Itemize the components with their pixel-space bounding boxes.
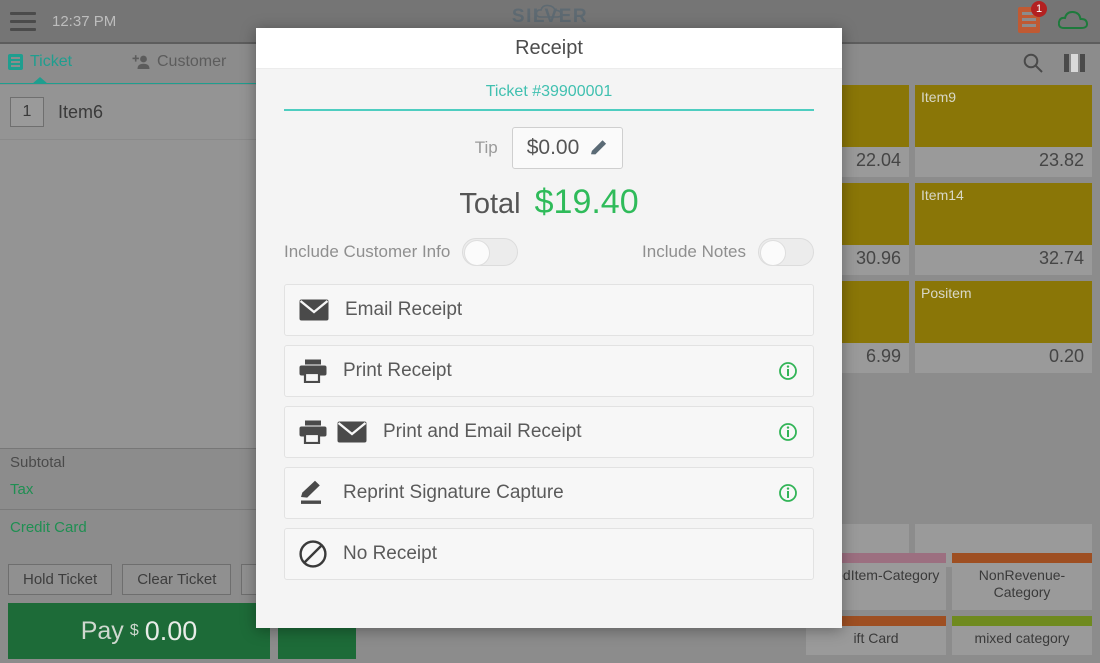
subtotal-label: Subtotal: [10, 454, 66, 471]
item-tile-price: 23.82: [1038, 150, 1084, 170]
no-receipt-button[interactable]: No Receipt: [284, 528, 814, 580]
info-icon[interactable]: [779, 362, 797, 380]
item-tile[interactable]: Item14 32.74: [915, 183, 1092, 275]
list-icon: [8, 54, 23, 70]
total-row: Total $19.40: [284, 183, 814, 222]
cloud-icon: [536, 4, 562, 18]
category-label: ift Card: [853, 629, 899, 646]
hold-ticket-button[interactable]: Hold Ticket: [8, 564, 113, 595]
dialog-body: Ticket #39900001 Tip $0.00 Total $19.40: [256, 69, 842, 628]
toggle-knob: [464, 240, 491, 266]
include-notes-group: Include Notes: [642, 238, 814, 266]
left-tab-bar: Ticket Customer: [0, 44, 260, 84]
payment-label: Credit Card: [10, 519, 87, 536]
layout-view-icon[interactable]: [1064, 54, 1086, 72]
email-receipt-button[interactable]: Email Receipt: [284, 284, 814, 336]
print-receipt-label: Print Receipt: [343, 360, 452, 381]
tip-row: Tip $0.00: [284, 127, 814, 169]
dialog-title: Receipt: [256, 28, 842, 69]
divider: [0, 509, 260, 510]
clear-ticket-button[interactable]: Clear Ticket: [122, 564, 232, 595]
info-icon[interactable]: [779, 423, 797, 441]
tab-ticket[interactable]: Ticket: [8, 53, 72, 71]
subtotal-row: Subtotal: [0, 449, 260, 476]
status-badge: 1: [1031, 1, 1047, 17]
item-tile-price: 0.20: [1048, 346, 1084, 366]
ticket-totals: Subtotal Tax Credit Card: [0, 448, 260, 543]
screen: 12:37 PM SILVER 1 Ticket Customer 1 Item…: [0, 0, 1100, 663]
category-grid: ightedItem-Category NonRevenue-Category …: [806, 552, 1092, 655]
pencil-icon: [591, 139, 607, 154]
email-receipt-label: Email Receipt: [345, 299, 463, 320]
ticket-icon[interactable]: 1: [1018, 1, 1047, 33]
tab-active-indicator: [32, 77, 48, 84]
pay-label: Pay: [80, 616, 124, 645]
item-tile[interactable]: Item9 23.82: [915, 85, 1092, 177]
tip-label: Tip: [474, 138, 498, 157]
include-customer-info-group: Include Customer Info: [284, 238, 519, 266]
tab-ticket-label: Ticket: [30, 53, 73, 70]
item-tile-label: Positem: [915, 281, 1092, 343]
reprint-signature-capture-label: Reprint Signature Capture: [343, 482, 564, 503]
tip-field[interactable]: $0.00: [511, 127, 624, 169]
include-notes-toggle[interactable]: [758, 238, 814, 266]
payment-row: Credit Card: [0, 514, 260, 541]
envelope-icon: [337, 421, 367, 443]
quantity-stepper[interactable]: 1: [10, 97, 44, 127]
item-tile-price: 32.74: [1038, 248, 1084, 268]
include-customer-info-toggle[interactable]: [462, 238, 519, 266]
pencil-underline-icon: [299, 480, 327, 506]
pay-amount: 0.00: [144, 615, 198, 646]
category-tile[interactable]: mixed category: [952, 615, 1092, 655]
list-item[interactable]: 1 Item6: [0, 85, 260, 140]
printer-icon: [299, 359, 327, 383]
cloud-icon[interactable]: [1058, 10, 1088, 30]
item-tile[interactable]: Positem 0.20: [915, 281, 1092, 373]
ticket-number-label: Ticket #39900001: [485, 83, 613, 100]
receipt-dialog: Receipt Ticket #39900001 Tip $0.00 Total…: [256, 28, 842, 628]
top-bar-icons: 1: [1018, 1, 1088, 33]
tab-customer[interactable]: Customer: [132, 53, 226, 71]
info-icon[interactable]: [779, 484, 797, 502]
reprint-signature-capture-button[interactable]: Reprint Signature Capture: [284, 467, 814, 519]
no-receipt-label: No Receipt: [343, 543, 437, 564]
category-label: NonRevenue-Category: [978, 566, 1066, 601]
tab-customer-label: Customer: [157, 53, 227, 70]
toggle-knob: [760, 240, 786, 266]
include-notes-label: Include Notes: [642, 242, 746, 261]
toggle-row: Include Customer Info Include Notes: [284, 238, 814, 266]
pay-button[interactable]: Pay $ 0.00: [8, 603, 270, 659]
receipt-options-list: Email Receipt Print Receipt Print and Em…: [284, 284, 814, 580]
category-label: mixed category: [974, 629, 1070, 646]
tax-row: Tax: [0, 476, 260, 503]
search-icon[interactable]: [1022, 52, 1044, 74]
category-tile[interactable]: NonRevenue-Category: [952, 552, 1092, 610]
no-entry-icon: [299, 540, 327, 568]
brand-logo: SILVER: [0, 4, 1100, 28]
category-color-bar: [952, 615, 1092, 626]
total-value: $19.40: [534, 183, 639, 221]
item-tile-label: Item14: [915, 183, 1092, 245]
include-customer-info-label: Include Customer Info: [284, 242, 451, 261]
printer-icon: [299, 420, 327, 444]
list-item-label: Item6: [58, 101, 104, 122]
print-receipt-button[interactable]: Print Receipt: [284, 345, 814, 397]
category-color-bar: [952, 552, 1092, 563]
item-tile-label: Item9: [915, 85, 1092, 147]
add-person-icon: [132, 55, 150, 69]
print-and-email-receipt-button[interactable]: Print and Email Receipt: [284, 406, 814, 458]
tax-label: Tax: [10, 481, 34, 498]
divider: [284, 109, 814, 111]
total-label: Total: [459, 188, 521, 220]
catalog-toolbar: [1022, 52, 1086, 74]
tip-value: $0.00: [526, 136, 580, 159]
print-and-email-receipt-label: Print and Email Receipt: [383, 421, 582, 442]
pay-currency: $: [129, 622, 139, 639]
envelope-icon: [299, 299, 329, 321]
ticket-item-list: 1 Item6: [0, 85, 260, 448]
